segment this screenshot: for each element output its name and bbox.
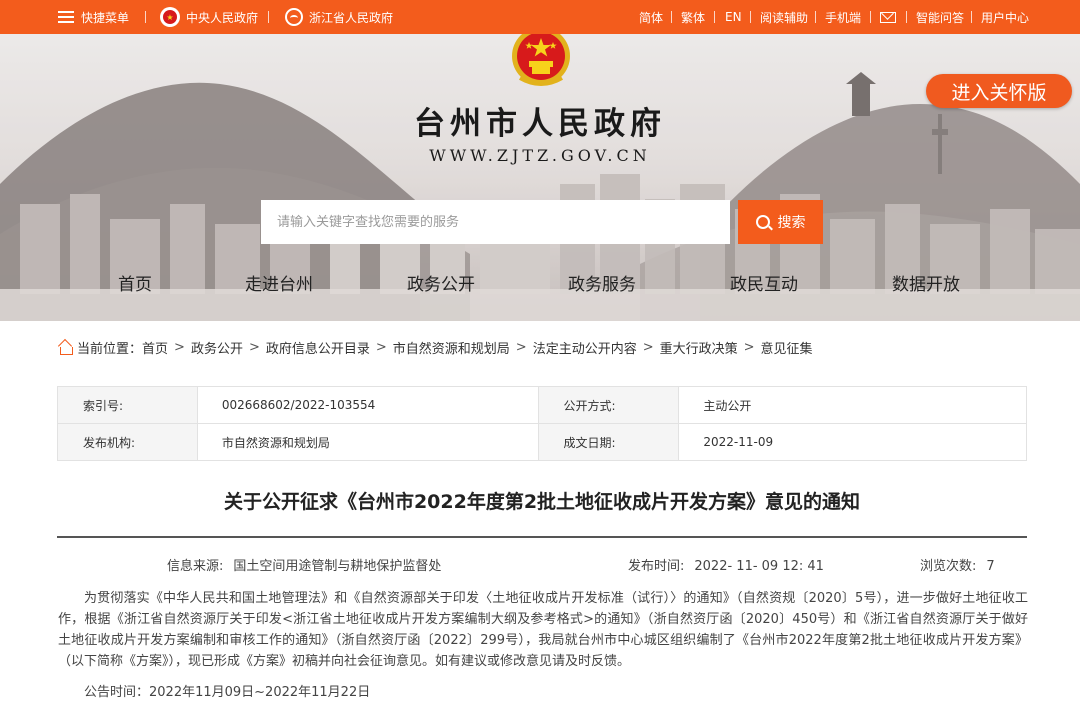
breadcrumb-item[interactable]: 市自然资源和规划局	[393, 338, 510, 357]
simplified-label: 简体	[639, 10, 664, 25]
national-emblem-icon	[512, 34, 570, 86]
views-label: 浏览次数:	[920, 559, 977, 574]
publisher-value: 市自然资源和规划局	[196, 423, 539, 461]
mail-link[interactable]	[880, 0, 896, 34]
search-icon	[755, 215, 770, 229]
breadcrumb-item[interactable]: 意见征集	[761, 338, 813, 357]
quick-menu-label: 快捷菜单	[81, 10, 130, 25]
simplified-link[interactable]: 简体	[639, 0, 663, 34]
breadcrumb-item[interactable]: 法定主动公开内容	[533, 338, 637, 357]
article-paragraph: 为贯彻落实《中华人民共和国土地管理法》和《自然资源部关于印发〈土地征收成片开发标…	[58, 591, 1028, 669]
smart-qa-link[interactable]: 智能问答	[916, 0, 964, 34]
divider	[971, 11, 972, 23]
user-center-link[interactable]: 用户中心	[981, 0, 1029, 34]
nav-item-about-taizhou[interactable]: 走进台州	[214, 270, 344, 295]
date-value: 2022-11-09	[678, 423, 1027, 461]
mail-icon	[880, 11, 896, 23]
site-title: 台州市人民政府	[414, 106, 666, 142]
province-gov-label: 浙江省人民政府	[309, 10, 394, 25]
central-gov-label: 中央人民政府	[186, 10, 259, 25]
source-label: 信息来源:	[167, 559, 224, 574]
divider	[145, 11, 146, 23]
index-value: 002668602/2022-103554	[196, 386, 539, 424]
source-value: 国土空间用途管制与耕地保护监督处	[233, 559, 442, 574]
smart-qa-label: 智能问答	[916, 10, 965, 25]
breadcrumb-item[interactable]: 政务公开	[191, 338, 243, 357]
traditional-link[interactable]: 繁体	[681, 0, 705, 34]
user-center-label: 用户中心	[981, 10, 1030, 25]
nav-item-home[interactable]: 首页	[70, 270, 200, 295]
divider	[815, 11, 816, 23]
divider	[671, 11, 672, 23]
home-icon	[57, 340, 74, 355]
breadcrumb-arrow: >	[743, 339, 755, 355]
divider	[750, 11, 751, 23]
method-label: 公开方式:	[537, 386, 680, 424]
divider	[870, 11, 871, 23]
reading-aid-link[interactable]: 阅读辅助	[760, 0, 808, 34]
english-link[interactable]: EN	[725, 0, 742, 34]
header-banner: 台州市人民政府 WWW.ZJTZ.GOV.CN 进入关怀版 搜索 首页 走进台州…	[0, 34, 1080, 321]
breadcrumb-item[interactable]: 政府信息公开目录	[266, 338, 370, 357]
search-button[interactable]: 搜索	[738, 200, 823, 244]
document-meta-table: 索引号: 002668602/2022-103554 公开方式: 主动公开 发布…	[57, 386, 1027, 461]
zhejiang-logo-icon	[285, 8, 303, 26]
breadcrumb-arrow: >	[248, 339, 260, 355]
nav-item-gov-services[interactable]: 政务服务	[537, 270, 667, 295]
breadcrumb-arrow: >	[642, 339, 654, 355]
title-divider	[57, 536, 1027, 538]
nav-item-interaction[interactable]: 政民互动	[699, 270, 829, 295]
mobile-link[interactable]: 手机端	[825, 0, 861, 34]
reading-aid-label: 阅读辅助	[760, 10, 809, 25]
top-bar: 快捷菜单 ★ 中央人民政府 浙江省人民政府 简体 繁体 EN 阅读辅助 手机端 …	[0, 0, 1080, 34]
article-title: 关于公开征求《台州市2022年度第2批土地征收成片开发方案》意见的通知	[223, 491, 861, 513]
quick-menu-button[interactable]: 快捷菜单	[58, 0, 129, 34]
search-input[interactable]	[261, 200, 730, 244]
info-publish-time: 发布时间: 2022- 11- 09 12: 41	[628, 555, 824, 574]
breadcrumb-arrow: >	[174, 339, 185, 355]
main-nav: 首页 走进台州 政务公开 政务服务 政民互动 数据开放	[0, 270, 1080, 298]
breadcrumb-label: 当前位置：	[77, 341, 143, 357]
method-value: 主动公开	[678, 386, 1027, 424]
search-button-label: 搜索	[777, 215, 806, 231]
publish-time-label: 发布时间:	[628, 559, 685, 574]
menu-icon	[58, 11, 74, 23]
nav-item-open-data[interactable]: 数据开放	[861, 270, 991, 295]
notice-period: 公告时间：2022年11月09日~2022年11月22日	[84, 685, 371, 700]
nav-item-gov-affairs[interactable]: 政务公开	[376, 270, 506, 295]
central-gov-link[interactable]: ★ 中央人民政府	[160, 0, 258, 34]
info-source: 信息来源: 国土空间用途管制与耕地保护监督处	[167, 555, 441, 574]
date-label: 成文日期:	[537, 423, 680, 461]
national-emblem-icon: ★	[160, 7, 180, 27]
site-url: WWW.ZJTZ.GOV.CN	[429, 146, 651, 165]
publish-time-value: 2022- 11- 09 12: 41	[694, 559, 824, 574]
province-gov-link[interactable]: 浙江省人民政府	[285, 0, 393, 34]
info-views: 浏览次数: 7	[920, 555, 995, 574]
traditional-label: 繁体	[681, 10, 706, 25]
table-row: 发布机构: 市自然资源和规划局 成文日期: 2022-11-09	[57, 423, 1027, 461]
mobile-label: 手机端	[825, 10, 862, 25]
breadcrumb-arrow: >	[375, 339, 387, 355]
views-value: 7	[986, 559, 995, 574]
english-label: EN	[725, 10, 742, 24]
divider	[906, 11, 907, 23]
care-mode-button[interactable]: 进入关怀版	[926, 74, 1072, 108]
divider	[268, 11, 269, 23]
breadcrumb-arrow: >	[515, 339, 527, 355]
index-label: 索引号:	[57, 386, 198, 424]
table-row: 索引号: 002668602/2022-103554 公开方式: 主动公开	[57, 386, 1027, 424]
publisher-label: 发布机构:	[57, 423, 198, 461]
breadcrumb-item[interactable]: 首页	[142, 338, 168, 357]
breadcrumb-item[interactable]: 重大行政决策	[660, 338, 738, 357]
divider	[714, 11, 715, 23]
breadcrumb: 当前位置： 首页 > 政务公开 > 政府信息公开目录 > 市自然资源和规划局 > 法定主…	[57, 337, 813, 357]
